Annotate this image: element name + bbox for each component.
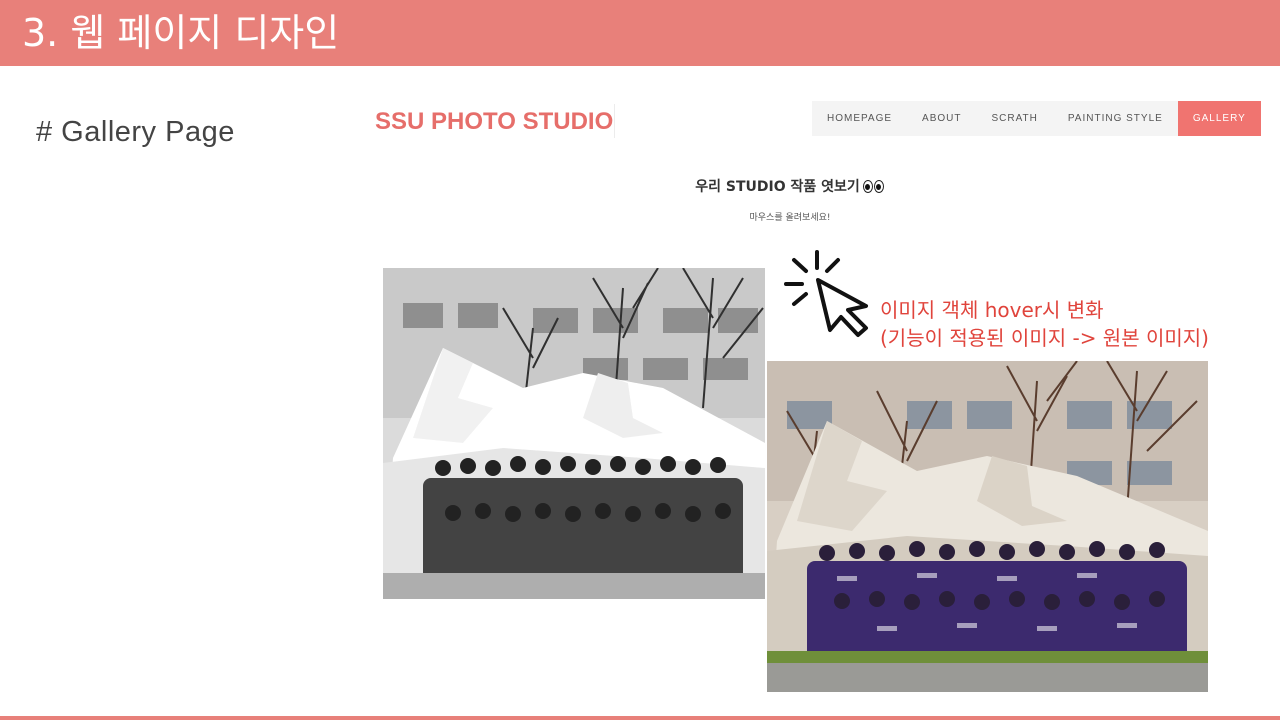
site-nav: HOMEPAGE ABOUT SCRATH PAINTING STYLE GAL… bbox=[812, 101, 1261, 136]
slide-title: 3. 웹 페이지 디자인 bbox=[22, 11, 340, 55]
gallery-heading-text: 우리 STUDIO 작품 엿보기 bbox=[695, 179, 860, 195]
nav-scrath[interactable]: SCRATH bbox=[976, 101, 1053, 136]
eyes-icon bbox=[862, 180, 885, 193]
grayscale-filtered-photo[interactable] bbox=[383, 268, 765, 599]
cursor-click-icon bbox=[780, 248, 880, 340]
section-label: # Gallery Page bbox=[36, 116, 235, 148]
nav-painting-style[interactable]: PAINTING STYLE bbox=[1052, 101, 1178, 136]
gallery-heading: 우리 STUDIO 작품 엿보기 bbox=[560, 176, 1020, 196]
nav-about[interactable]: ABOUT bbox=[907, 101, 977, 136]
site-brand[interactable]: SSU PHOTO STUDIO bbox=[375, 108, 613, 136]
brand-divider bbox=[614, 104, 615, 138]
nav-homepage[interactable]: HOMEPAGE bbox=[812, 101, 908, 136]
slide-header-bar: 3. 웹 페이지 디자인 bbox=[0, 0, 1280, 66]
hover-annotation: 이미지 객체 hover시 변화 (기능이 적용된 이미지 -> 원본 이미지) bbox=[880, 296, 1209, 352]
gallery-subtitle: 마우스를 올려보세요! bbox=[749, 213, 831, 223]
slide-bottom-line bbox=[0, 716, 1280, 720]
annotation-line-2: (기능이 적용된 이미지 -> 원본 이미지) bbox=[880, 326, 1209, 350]
nav-gallery[interactable]: GALLERY bbox=[1177, 101, 1261, 136]
annotation-line-1: 이미지 객체 hover시 변화 bbox=[880, 298, 1104, 322]
original-color-photo[interactable] bbox=[767, 361, 1208, 692]
